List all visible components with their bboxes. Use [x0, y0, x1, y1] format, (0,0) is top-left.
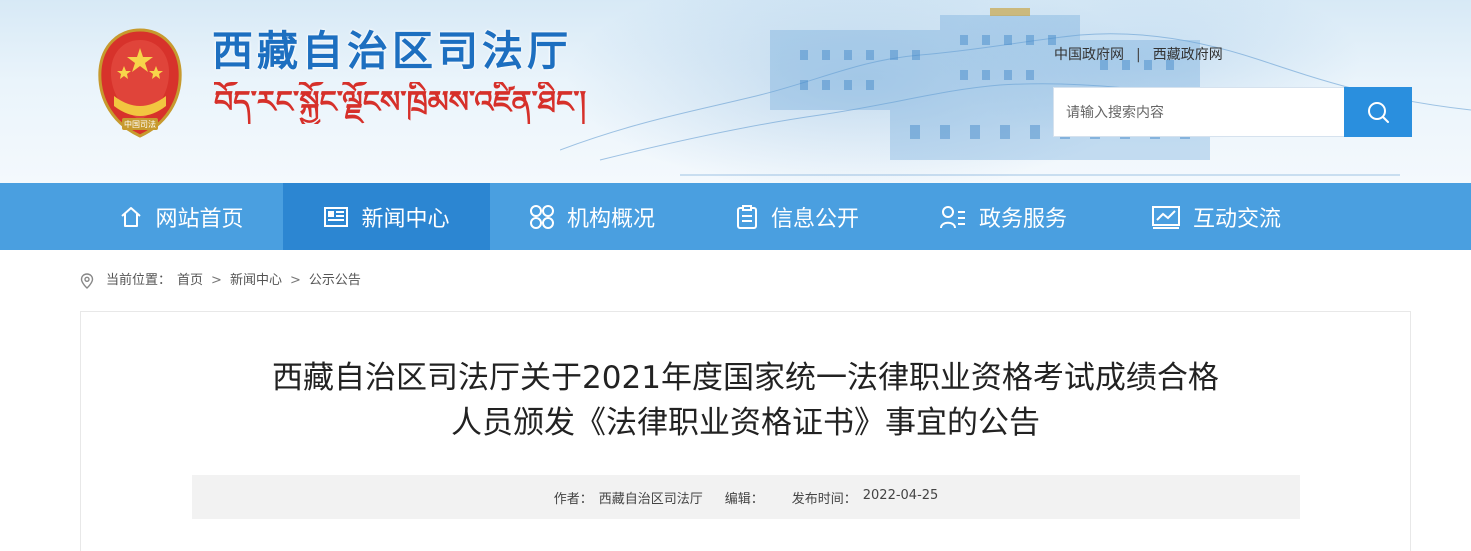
nav-item-info-disclosure[interactable]: 信息公开 — [694, 183, 900, 250]
header-banner: 中国司法 西藏自治区司法厅 བོད་རང་སྐྱོང་ལྗོངས་ཁྲིམས་འ… — [0, 0, 1471, 183]
article-meta: 作者： 西藏自治区司法厅 编辑： 发布时间： 2022-04-25 — [192, 475, 1300, 519]
top-links-separator: | — [1136, 47, 1141, 63]
chart-icon — [1151, 205, 1180, 229]
meta-editor: 编辑： — [725, 488, 770, 507]
meta-author-label: 作者： — [553, 491, 593, 507]
location-pin-icon — [80, 273, 94, 289]
search-button[interactable] — [1344, 87, 1412, 137]
link-china-gov[interactable]: 中国政府网 — [1054, 45, 1124, 65]
news-icon — [324, 206, 349, 227]
meta-author: 作者： 西藏自治区司法厅 — [554, 488, 703, 507]
meta-editor-label: 编辑： — [724, 491, 764, 507]
breadcrumb-separator: > — [289, 273, 301, 288]
breadcrumb-prefix: 当前位置： — [106, 273, 172, 288]
nav-item-services[interactable]: 政务服务 — [900, 183, 1106, 250]
article-title: 西藏自治区司法厅关于2021年度国家统一法律职业资格考试成绩合格 人员颁发《法律… — [81, 356, 1410, 446]
home-icon — [121, 206, 142, 227]
breadcrumb-news-center[interactable]: 新闻中心 — [230, 272, 282, 290]
clipboard-icon — [736, 204, 757, 229]
search-input[interactable] — [1053, 87, 1344, 137]
link-tibet-gov[interactable]: 西藏政府网 — [1153, 45, 1223, 65]
breadcrumb-announcements[interactable]: 公示公告 — [309, 272, 361, 290]
breadcrumb: 当前位置： 首页 > 新闻中心 > 公示公告 — [80, 272, 361, 290]
nav-item-interaction[interactable]: 互动交流 — [1106, 183, 1326, 250]
nav-label-interaction: 互动交流 — [1192, 206, 1281, 232]
breadcrumb-separator: > — [211, 273, 222, 288]
user-list-icon — [939, 205, 965, 228]
nav-label-services: 政务服务 — [978, 206, 1067, 232]
meta-date-label: 发布时间： — [791, 491, 857, 507]
nav-label-organization: 机构概况 — [566, 206, 655, 232]
grid-icon — [529, 204, 554, 229]
nav-label-home: 网站首页 — [155, 206, 244, 232]
tibetan-title-text: བོད་རང་སྐྱོང་ལྗོངས་ཁྲིམས་འཛིན་ཐིང་། — [214, 82, 587, 124]
search-box — [1053, 87, 1412, 137]
nav-label-info-disclosure: 信息公开 — [770, 206, 859, 232]
nav-item-news[interactable]: 新闻中心 — [283, 183, 490, 250]
breadcrumb-home[interactable]: 首页 — [177, 272, 203, 290]
nav-item-home[interactable]: 网站首页 — [80, 183, 283, 250]
nav-item-organization[interactable]: 机构概况 — [490, 183, 694, 250]
search-icon — [1368, 102, 1389, 123]
emblem-text: 中国司法 — [124, 119, 156, 129]
top-links: 中国政府网 | 西藏政府网 — [1054, 45, 1223, 65]
main-nav: 网站首页 新闻中心 机构概况 信息公开 政务服务 互动交流 — [0, 183, 1471, 250]
article-title-line1: 西藏自治区司法厅关于2021年度国家统一法律职业资格考试成绩合格 — [272, 360, 1219, 396]
site-title: 西藏自治区司法厅 — [212, 27, 572, 75]
meta-date-value: 2022-04-25 — [862, 487, 939, 503]
article-panel: 西藏自治区司法厅关于2021年度国家统一法律职业资格考试成绩合格 人员颁发《法律… — [80, 311, 1411, 551]
tibetan-site-title: བོད་རང་སྐྱོང་ལྗོངས་ཁྲིམས་འཛིན་ཐིང་། — [214, 82, 587, 124]
meta-author-value: 西藏自治区司法厅 — [598, 491, 703, 507]
meta-date: 发布时间： 2022-04-25 — [792, 488, 939, 507]
nav-label-news: 新闻中心 — [361, 206, 450, 232]
justice-emblem-logo: 中国司法 — [98, 28, 182, 138]
article-title-line2: 人员颁发《法律职业资格证书》事宜的公告 — [451, 405, 1040, 441]
